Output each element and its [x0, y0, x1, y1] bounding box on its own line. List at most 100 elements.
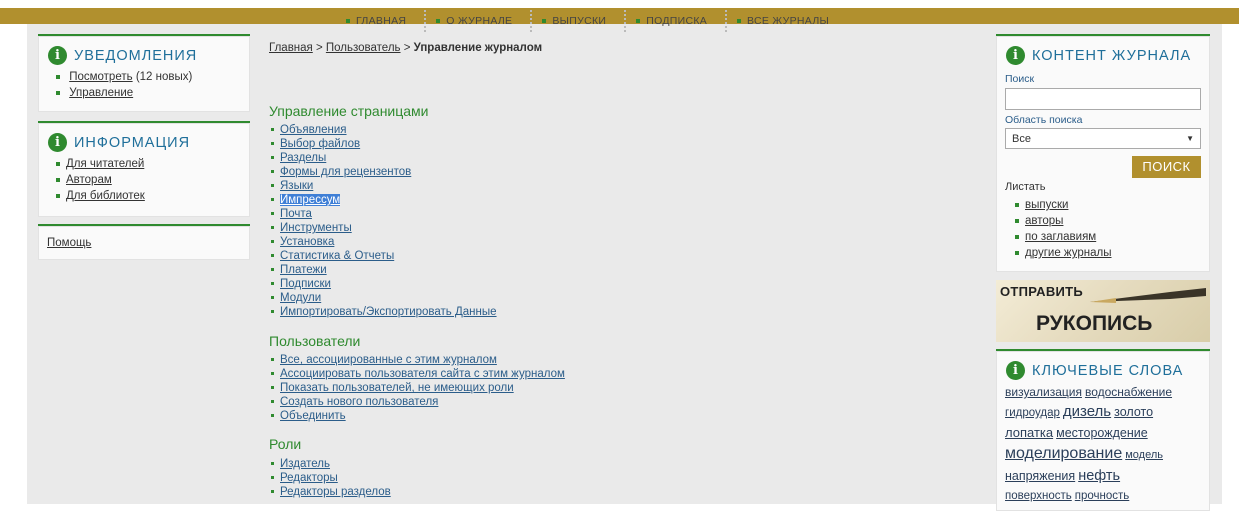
browse-titles-link[interactable]: по заглавиям — [1025, 231, 1096, 243]
list-item: Объединить — [271, 409, 565, 423]
keyword-link[interactable]: напряжения — [1005, 469, 1075, 483]
list-item: Издатель — [271, 457, 391, 471]
search-input[interactable] — [1005, 88, 1201, 110]
review-forms-link[interactable]: Формы для рецензентов — [280, 166, 411, 178]
keyword-link[interactable]: модель — [1125, 449, 1163, 461]
list-item: Установка — [271, 235, 497, 249]
nav-issues[interactable]: ВЫПУСКИ — [536, 15, 620, 27]
list-item: Редакторы — [271, 471, 391, 485]
stats-reports-link[interactable]: Статистика & Отчеты — [280, 250, 394, 262]
notifications-block: i УВЕДОМЛЕНИЯ Посмотреть (12 новых) Упра… — [38, 34, 250, 112]
breadcrumb-separator: > — [312, 42, 326, 54]
search-scope-select[interactable]: Все ▼ — [1005, 128, 1201, 149]
breadcrumb-current: Управление журналом — [413, 42, 543, 54]
section-editors-link[interactable]: Редакторы разделов — [280, 486, 391, 498]
help-block: Помощь — [38, 224, 250, 260]
list-item: Разделы — [271, 151, 497, 165]
list-item: Управление — [56, 85, 250, 101]
payments-link[interactable]: Платежи — [280, 264, 327, 276]
breadcrumb-home[interactable]: Главная — [269, 42, 313, 54]
pen-icon — [1090, 288, 1206, 303]
list-item: выпуски — [1015, 197, 1112, 213]
file-select-link[interactable]: Выбор файлов — [280, 138, 360, 150]
users-list: Все, ассоциированные с этим журналом Асс… — [271, 353, 565, 423]
breadcrumb: Главная > Пользователь > Управление журн… — [269, 42, 542, 54]
list-item: Подписки — [271, 277, 497, 291]
languages-link[interactable]: Языки — [280, 180, 313, 192]
announcements-link[interactable]: Объявления — [280, 124, 347, 136]
nav-home[interactable]: ГЛАВНАЯ — [340, 15, 420, 27]
keyword-link[interactable]: водоснабжение — [1085, 385, 1172, 399]
editors-link[interactable]: Редакторы — [280, 472, 338, 484]
subscriptions-link[interactable]: Подписки — [280, 278, 331, 290]
top-nav: ГЛАВНАЯ О ЖУРНАЛЕ ВЫПУСКИ ПОДПИСКА ВСЕ Ж… — [340, 10, 843, 32]
list-item: Редакторы разделов — [271, 485, 391, 499]
breadcrumb-user[interactable]: Пользователь — [326, 42, 401, 54]
create-user-link[interactable]: Создать нового пользователя — [280, 396, 438, 408]
search-scope-label: Область поиска — [1005, 114, 1083, 126]
submit-manuscript-banner[interactable]: ОТПРАВИТЬ РУКОПИСЬ — [996, 280, 1210, 342]
list-item: Объявления — [271, 123, 497, 137]
search-scope-value: Все — [1012, 133, 1031, 145]
journal-content-block: i КОНТЕНТ ЖУРНАЛА Поиск Область поиска В… — [996, 34, 1210, 272]
for-authors-link[interactable]: Авторам — [66, 174, 112, 186]
all-enrolled-link[interactable]: Все, ассоциированные с этим журналом — [280, 354, 497, 366]
view-notifications-link[interactable]: Посмотреть — [69, 71, 132, 83]
info-title: ИНФОРМАЦИЯ — [74, 134, 191, 151]
keyword-link[interactable]: моделирование — [1005, 445, 1122, 462]
nav-all-journals[interactable]: ВСЕ ЖУРНАЛЫ — [731, 15, 843, 27]
browse-list: выпуски авторы по заглавиям другие журна… — [997, 197, 1112, 261]
users-no-role-link[interactable]: Показать пользователей, не имеющих роли — [280, 382, 514, 394]
list-item: по заглавиям — [1015, 229, 1112, 245]
list-item: другие журналы — [1015, 245, 1112, 261]
roles-list: Издатель Редакторы Редакторы разделов — [271, 457, 391, 499]
nav-about[interactable]: О ЖУРНАЛЕ — [430, 15, 526, 27]
for-readers-link[interactable]: Для читателей — [66, 158, 144, 170]
info-header: i ИНФОРМАЦИЯ — [48, 133, 250, 152]
nav-separator — [624, 10, 627, 32]
enroll-user-link[interactable]: Ассоциировать пользователя сайта с этим … — [280, 368, 565, 380]
search-button[interactable]: ПОИСК — [1132, 156, 1201, 178]
search-label: Поиск — [1005, 73, 1035, 85]
list-item: Авторам — [56, 172, 250, 188]
keyword-link[interactable]: месторождение — [1056, 426, 1148, 440]
info-list: Для читателей Авторам Для библиотек — [38, 156, 250, 204]
import-export-link[interactable]: Импортировать/Экспортировать Данные — [280, 306, 497, 318]
keyword-link[interactable]: визуализация — [1005, 385, 1082, 399]
keyword-link[interactable]: золото — [1114, 405, 1153, 419]
manage-notifications-link[interactable]: Управление — [69, 87, 133, 99]
nav-separator — [530, 10, 533, 32]
keyword-link[interactable]: поверхность — [1005, 490, 1072, 502]
keyword-link[interactable]: гидроудар — [1005, 407, 1060, 419]
other-journals-link[interactable]: другие журналы — [1025, 247, 1112, 259]
info-icon: i — [1006, 361, 1025, 380]
tools-link[interactable]: Инструменты — [280, 222, 352, 234]
publisher-link[interactable]: Издатель — [280, 458, 330, 470]
setup-link[interactable]: Установка — [280, 236, 334, 248]
list-item: Платежи — [271, 263, 497, 277]
sections-link[interactable]: Разделы — [280, 152, 326, 164]
keyword-link[interactable]: прочность — [1075, 490, 1130, 502]
list-item: Импрессум — [271, 193, 497, 207]
browse-issues-link[interactable]: выпуски — [1025, 199, 1068, 211]
keywords-header: i КЛЮЧЕВЫЕ СЛОВА — [1006, 361, 1210, 380]
info-block: i ИНФОРМАЦИЯ Для читателей Авторам Для б… — [38, 121, 250, 217]
list-item: Модули — [271, 291, 497, 305]
notifications-header: i УВЕДОМЛЕНИЯ — [48, 46, 250, 65]
for-libraries-link[interactable]: Для библиотек — [66, 190, 145, 202]
plugins-link[interactable]: Модули — [280, 292, 321, 304]
browse-authors-link[interactable]: авторы — [1025, 215, 1063, 227]
keyword-link[interactable]: нефть — [1078, 468, 1120, 484]
imprint-link[interactable]: Импрессум — [280, 194, 341, 206]
keyword-link[interactable]: лопатка — [1005, 425, 1053, 440]
list-item: Импортировать/Экспортировать Данные — [271, 305, 497, 319]
keyword-link[interactable]: дизель — [1063, 403, 1111, 420]
breadcrumb-separator: > — [400, 42, 414, 54]
list-item: Для библиотек — [56, 188, 250, 204]
list-item: Создать нового пользователя — [271, 395, 565, 409]
mail-link[interactable]: Почта — [280, 208, 312, 220]
nav-subscription[interactable]: ПОДПИСКА — [630, 15, 721, 27]
merge-users-link[interactable]: Объединить — [280, 410, 346, 422]
list-item: Для читателей — [56, 156, 250, 172]
help-link[interactable]: Помощь — [47, 237, 91, 249]
